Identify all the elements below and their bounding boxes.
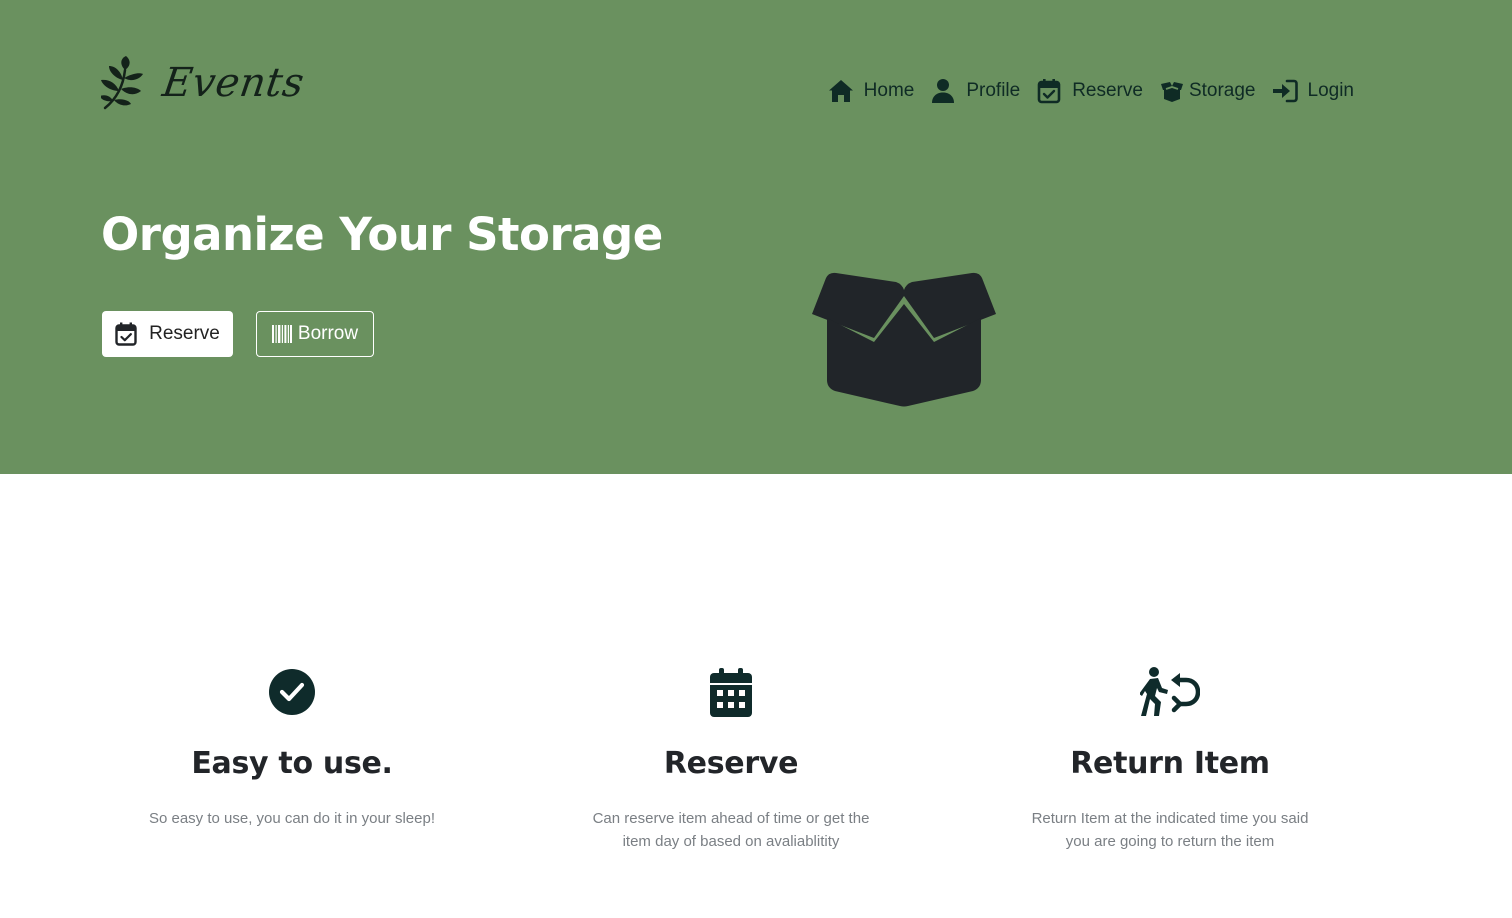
feature-description: So easy to use, you can do it in your sl…: [148, 810, 435, 827]
borrow-button-label: Borrow: [297, 323, 359, 344]
sign-in-icon: [1272, 79, 1298, 103]
nav-item-label: Login: [1307, 80, 1355, 101]
main-nav: Home Profile Reserve Storage Login: [828, 78, 1354, 104]
box-open-icon: [812, 272, 996, 407]
feature-description: Return Item at the indicated time you sa…: [1031, 810, 1309, 850]
nav-item-label: Home: [863, 80, 915, 101]
borrow-button[interactable]: Borrow: [256, 311, 374, 357]
feature-card-reserve: Reserve Can reserve item ahead of time o…: [571, 664, 891, 853]
user-icon: [932, 79, 955, 103]
person-walking-arrow-return-icon: [1140, 667, 1200, 716]
reserve-button-label: Reserve: [149, 323, 220, 344]
calendar-check-icon: [1037, 79, 1061, 104]
feature-title: Reserve: [663, 746, 799, 781]
nav-item-profile[interactable]: Profile: [930, 78, 1020, 104]
brand-logo-link[interactable]: Events: [101, 56, 308, 110]
hero-section: Events Home Profile Reserve Storage Logi…: [0, 0, 1512, 474]
barcode-icon: [271, 325, 292, 343]
box-open-icon: [1160, 82, 1183, 102]
brand-name: Events: [159, 60, 308, 106]
nav-item-label: Reserve: [1072, 80, 1143, 101]
feature-card-easy: Easy to use. So easy to use, you can do …: [132, 664, 452, 830]
circle-check-icon: [269, 669, 315, 715]
nav-item-storage[interactable]: Storage: [1159, 78, 1256, 104]
feature-title: Return Item: [1070, 746, 1270, 781]
feature-description: Can reserve item ahead of time or get th…: [592, 810, 870, 850]
home-icon: [828, 80, 853, 102]
nav-item-home[interactable]: Home: [828, 78, 915, 104]
reserve-button[interactable]: Reserve: [102, 311, 233, 357]
nav-item-label: Profile: [966, 80, 1021, 101]
calendar-check-icon: [115, 322, 137, 346]
hero-title: Organize Your Storage: [101, 208, 663, 261]
nav-item-label: Storage: [1188, 80, 1256, 101]
nav-item-login[interactable]: Login: [1272, 78, 1355, 104]
feature-card-return: Return Item Return Item at the indicated…: [1010, 664, 1330, 853]
calendar-days-icon: [710, 668, 752, 717]
feature-title: Easy to use.: [191, 746, 393, 781]
leaf-sprig-icon: [101, 56, 143, 110]
nav-item-reserve[interactable]: Reserve: [1036, 78, 1143, 104]
